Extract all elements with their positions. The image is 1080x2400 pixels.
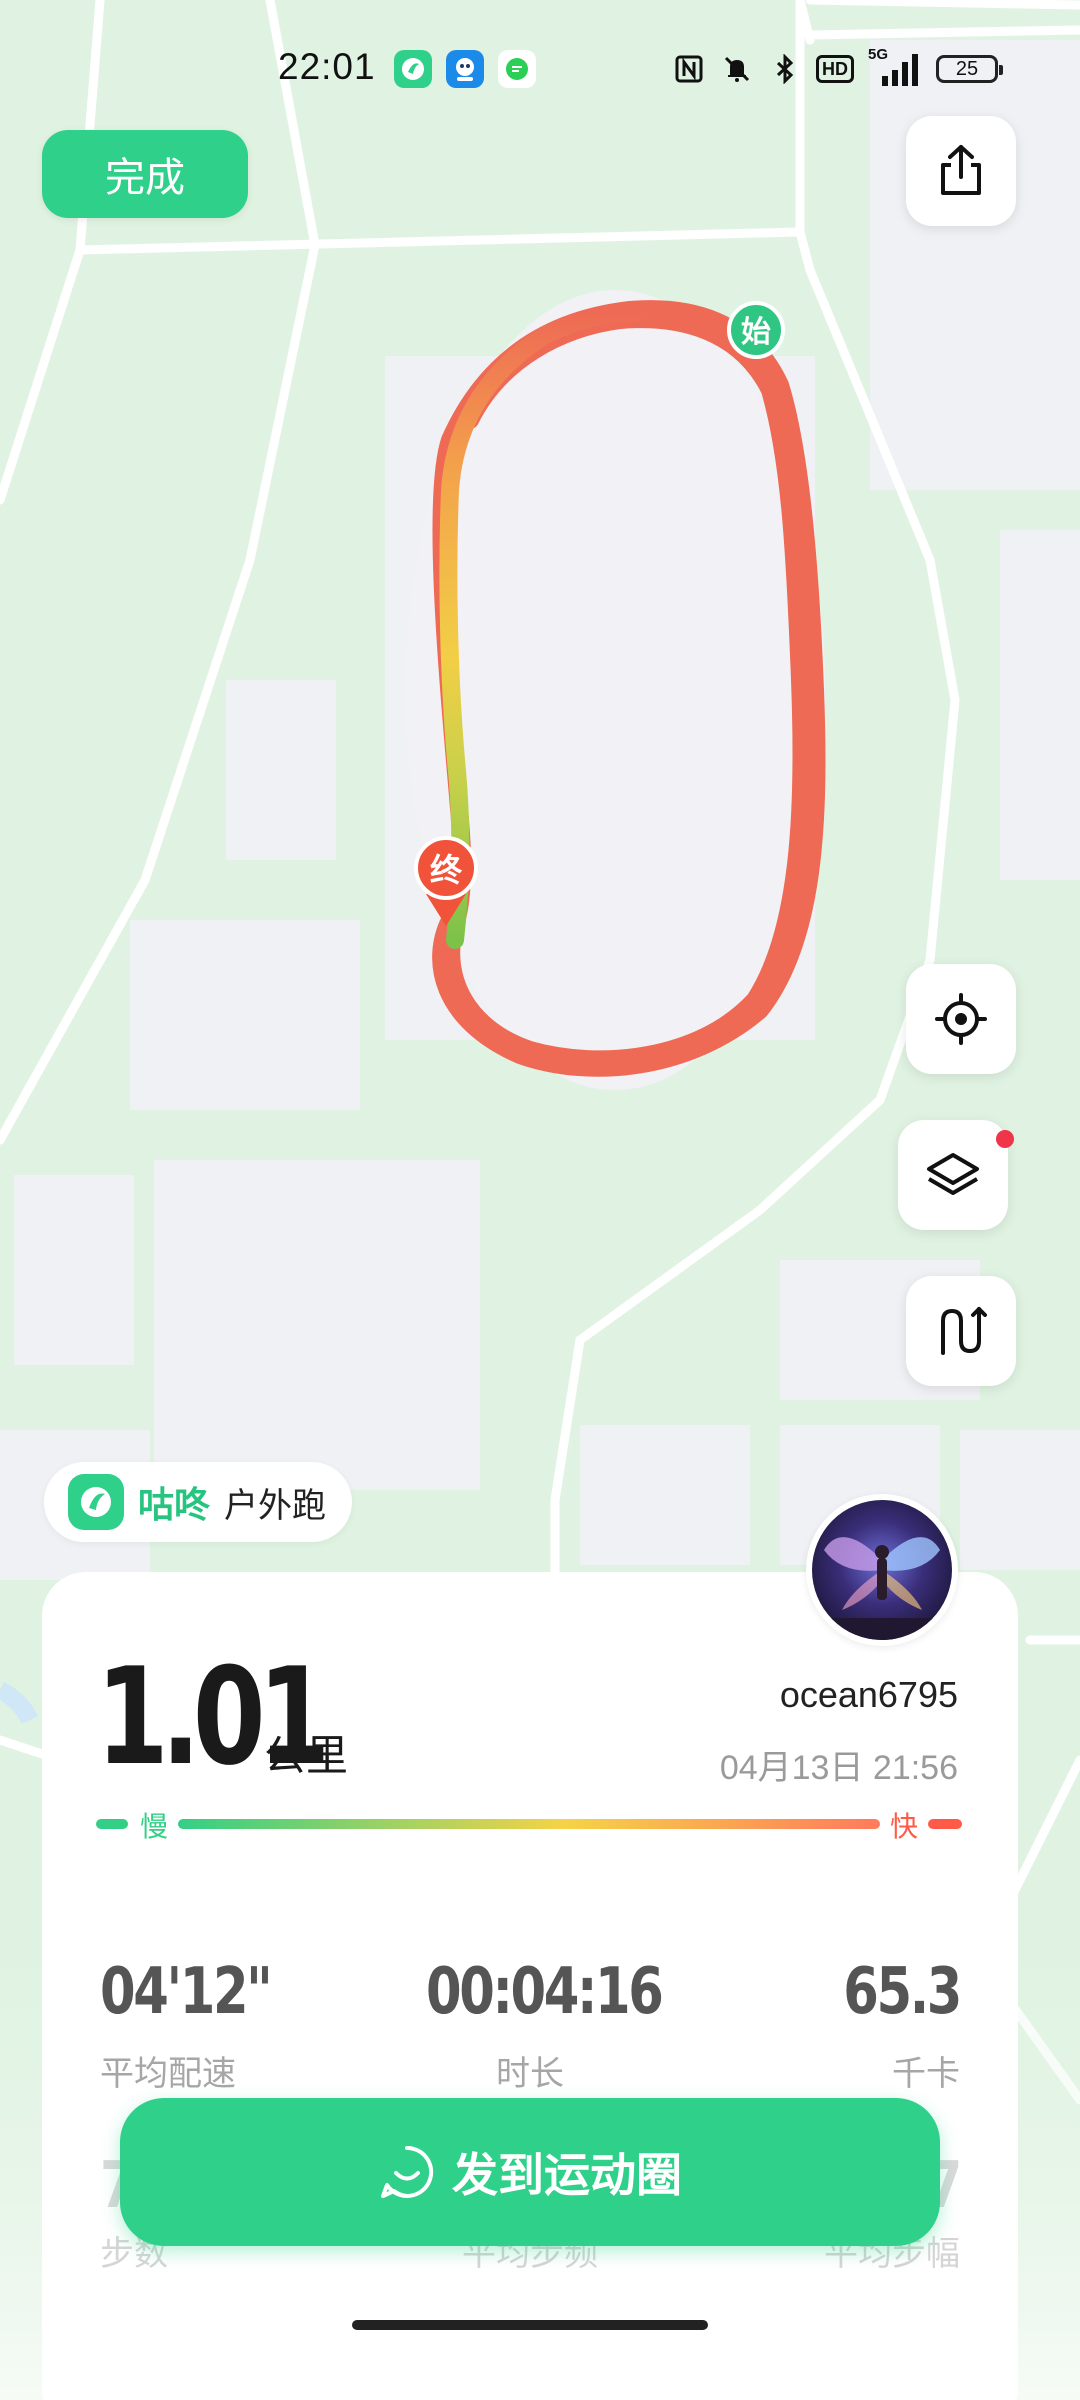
status-bar: 22:01 HD 5G 25 [0, 38, 1080, 102]
svg-text:始: 始 [741, 315, 771, 350]
pace-slow-label: 慢 [140, 1810, 169, 1843]
layers-button[interactable] [898, 1120, 1008, 1230]
bluetooth-icon [768, 50, 802, 88]
hd-badge: HD [816, 55, 854, 83]
gudong-logo-icon [68, 1474, 124, 1530]
post-to-moments-label: 发到运动圈 [452, 2148, 682, 2202]
done-button[interactable]: 完成 [42, 130, 248, 218]
route-button[interactable] [906, 1276, 1016, 1386]
nfc-icon [672, 50, 706, 88]
stat-calories: 65.3 千卡 [700, 1955, 962, 2095]
home-indicator[interactable] [352, 2320, 708, 2330]
screen: 始 终 22:01 HD 5G 25 完成 咕咚 户外跑 1.01 公里 oce… [0, 0, 1080, 2400]
pace-slow-dash [96, 1819, 128, 1829]
stat-value: 65.3 [843, 1955, 962, 2029]
avatar-image [812, 1500, 952, 1640]
app-icon-baby-robot [446, 50, 484, 88]
stat-label: 千卡 [892, 2054, 960, 2094]
stat-value: 00:04:16 [426, 1955, 664, 2029]
pace-fast-dash [928, 1819, 962, 1829]
post-to-moments-button[interactable]: 发到运动圈 [120, 2098, 940, 2246]
stat-duration: 00:04:16 时长 [400, 1955, 664, 2095]
locate-icon [935, 993, 987, 1045]
svg-text:终: 终 [430, 851, 463, 889]
app-icon-chat [498, 50, 536, 88]
route-icon [941, 1307, 987, 1355]
network-type: 5G [868, 46, 889, 63]
pace-legend: 慢 快 [96, 1810, 962, 1843]
status-time: 22:01 [278, 46, 376, 87]
username: ocean6795 [779, 1674, 958, 1715]
brand-pill: 咕咚 户外跑 [44, 1462, 353, 1542]
pace-fast-label: 快 [890, 1810, 919, 1843]
stat-label: 时长 [496, 2054, 564, 2094]
start-marker: 始 [727, 301, 785, 359]
activity-datetime: 04月13日 21:56 [719, 1749, 958, 1787]
signal-icon: 5G [868, 46, 922, 88]
avatar[interactable] [806, 1494, 958, 1646]
activity-type: 户外跑 [224, 1485, 327, 1526]
smile-chat-icon [381, 2145, 434, 2198]
battery-indicator: 25 [936, 55, 1003, 83]
stat-avg-pace: 04'12" 平均配速 [100, 1960, 360, 2095]
stat-label: 平均配速 [100, 2054, 236, 2094]
layers-icon [927, 1153, 979, 1195]
status-icons: HD 5G 25 [672, 46, 1003, 88]
locate-button[interactable] [906, 964, 1016, 1074]
app-icon-gudong [394, 50, 432, 88]
battery-level: 25 [955, 57, 979, 80]
layers-notification-dot [996, 1130, 1014, 1148]
brand-name: 咕咚 [138, 1485, 211, 1526]
mute-bell-icon [720, 50, 754, 88]
share-icon [941, 145, 981, 195]
stat-value: 04'12" [100, 1955, 273, 2029]
share-button[interactable] [906, 116, 1016, 226]
pace-gradient-bar [178, 1819, 880, 1829]
distance-unit: 公里 [264, 1731, 349, 1780]
